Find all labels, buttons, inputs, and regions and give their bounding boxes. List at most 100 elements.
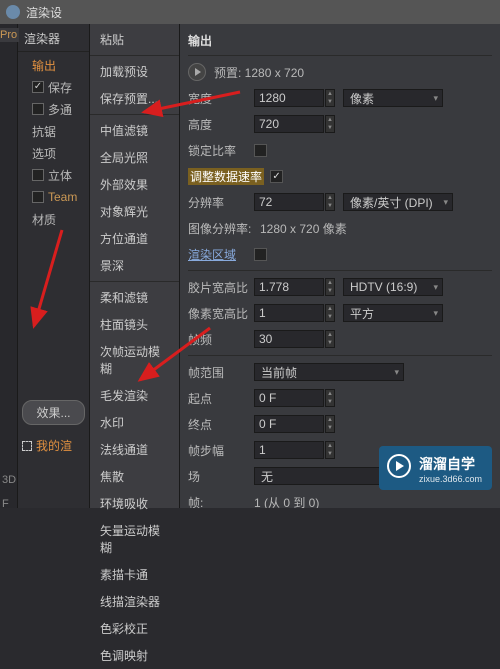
resolution-unit-select[interactable]: 像素/英寸 (DPI) (343, 193, 453, 211)
watermark-badge: 溜溜自学 zixue.3d66.com (379, 446, 492, 490)
height-spinner[interactable]: ▲▼ (325, 115, 335, 133)
effect-sketch-toon[interactable]: 素描卡通 (90, 561, 179, 588)
height-label: 高度 (188, 116, 254, 133)
width-spinner[interactable]: ▲▼ (325, 89, 335, 107)
start-input[interactable]: 0 F (254, 389, 324, 407)
pixel-aspect-spinner[interactable]: ▲▼ (325, 304, 335, 322)
film-aspect-label: 胶片宽高比 (188, 279, 254, 296)
pixel-aspect-select[interactable]: 平方 (343, 304, 443, 322)
watermark-title: 溜溜自学 (419, 454, 482, 474)
tree-item-team[interactable]: Team (24, 186, 89, 208)
rail-3d: 3D (2, 474, 16, 486)
effect-global-illumination[interactable]: 全局光照 (90, 144, 179, 171)
menu-paste[interactable]: 粘贴 (90, 26, 179, 53)
render-region-checkbox[interactable] (254, 248, 267, 261)
menu-save-preset[interactable]: 保存预置... (90, 85, 179, 112)
effect-color-correction[interactable]: 色彩校正 (90, 615, 179, 642)
film-aspect-select[interactable]: HDTV (16:9) (343, 278, 443, 296)
tree-item-material[interactable]: 材质 (24, 208, 89, 230)
field-label: 场 (188, 468, 254, 485)
props-header: 输出 (188, 28, 492, 53)
preset-play-button[interactable] (188, 63, 206, 81)
menu-load-preset[interactable]: 加载预设 (90, 58, 179, 85)
preset-label: 预置: 1280 x 720 (214, 64, 304, 81)
effect-object-glow[interactable]: 对象辉光 (90, 198, 179, 225)
start-spinner[interactable]: ▲▼ (325, 389, 335, 407)
my-render-settings[interactable]: 我的渲 (22, 437, 85, 454)
rail-f: F (2, 498, 9, 510)
end-spinner[interactable]: ▲▼ (325, 415, 335, 433)
effect-tone-mapping[interactable]: 色调映射 (90, 642, 179, 669)
film-aspect-input[interactable]: 1.778 (254, 278, 324, 296)
watermark-url: zixue.3d66.com (419, 474, 482, 484)
width-unit-select[interactable]: 像素 (343, 89, 443, 107)
frames-label: 帧: (188, 494, 254, 509)
multipass-checkbox[interactable] (32, 103, 44, 115)
tree-item-save[interactable]: 保存 (24, 76, 89, 98)
lock-ratio-checkbox[interactable] (254, 144, 267, 157)
effect-median-filter[interactable]: 中值滤镜 (90, 117, 179, 144)
watermark-play-icon (387, 454, 411, 478)
effect-external[interactable]: 外部效果 (90, 171, 179, 198)
effects-dropdown: 粘贴 加载预设 保存预置... 中值滤镜 全局光照 外部效果 对象辉光 方位通道… (90, 24, 180, 508)
adjust-rate-label: 调整数据速率 (188, 168, 264, 185)
tree-item-output[interactable]: 输出 (24, 54, 89, 76)
tree-item-aa[interactable]: 抗锯 (24, 120, 89, 142)
end-input[interactable]: 0 F (254, 415, 324, 433)
team-checkbox[interactable] (32, 191, 44, 203)
effect-subframe-moblur[interactable]: 次帧运动模糊 (90, 338, 179, 382)
effect-ambient-occlusion[interactable]: 环境吸收 (90, 490, 179, 517)
left-rail: Pro 3D F (0, 24, 18, 508)
effect-cylindrical-lens[interactable]: 柱面镜头 (90, 311, 179, 338)
render-region-label[interactable]: 渲染区域 (188, 246, 254, 263)
frame-rate-spinner[interactable]: ▲▼ (325, 330, 335, 348)
sidebar-header: 渲染器 (18, 26, 89, 52)
adjust-rate-checkbox[interactable] (270, 170, 283, 183)
tree-item-stereo[interactable]: 立体 (24, 164, 89, 186)
effects-button[interactable]: 效果... (22, 400, 85, 425)
effect-watermark[interactable]: 水印 (90, 409, 179, 436)
effect-cel-renderer[interactable]: 线描渲染器 (90, 588, 179, 615)
frame-rate-label: 帧频 (188, 331, 254, 348)
start-label: 起点 (188, 390, 254, 407)
step-label: 帧步幅 (188, 442, 254, 459)
app-orb-icon (6, 5, 20, 19)
width-label: 宽度 (188, 90, 254, 107)
width-input[interactable]: 1280 (254, 89, 324, 107)
properties-panel: 输出 预置: 1280 x 720 宽度 1280 ▲▼ 像素 高度 720 ▲… (180, 24, 500, 508)
resolution-input[interactable]: 72 (254, 193, 324, 211)
save-checkbox[interactable] (32, 81, 44, 93)
stereo-checkbox[interactable] (32, 169, 44, 181)
height-input[interactable]: 720 (254, 115, 324, 133)
effect-vector-moblur[interactable]: 矢量运动模糊 (90, 517, 179, 561)
pixel-aspect-label: 像素宽高比 (188, 305, 254, 322)
step-spinner[interactable]: ▲▼ (325, 441, 335, 459)
effect-normal-pass[interactable]: 法线通道 (90, 436, 179, 463)
film-aspect-spinner[interactable]: ▲▼ (325, 278, 335, 296)
frames-value: 1 (从 0 到 0) (254, 494, 319, 509)
pro-badge: Pro (0, 28, 19, 42)
frame-rate-input[interactable]: 30 (254, 330, 324, 348)
effect-position-pass[interactable]: 方位通道 (90, 225, 179, 252)
tree-item-options[interactable]: 选项 (24, 142, 89, 164)
resolution-spinner[interactable]: ▲▼ (325, 193, 335, 211)
selection-icon (22, 441, 32, 451)
effect-dof[interactable]: 景深 (90, 252, 179, 279)
frame-range-label: 帧范围 (188, 364, 254, 381)
resolution-label: 分辨率 (188, 194, 254, 211)
sidebar: 渲染器 输出 保存 多通 抗锯 选项 立体 Team 材质 效果... 我的渲 (18, 24, 90, 508)
lock-ratio-label: 锁定比率 (188, 142, 254, 159)
end-label: 终点 (188, 416, 254, 433)
effect-caustics[interactable]: 焦散 (90, 463, 179, 490)
frame-range-select[interactable]: 当前帧 (254, 363, 404, 381)
preset-row: 预置: 1280 x 720 (188, 62, 492, 82)
image-res-value: 1280 x 720 像素 (260, 220, 347, 237)
pixel-aspect-input[interactable]: 1 (254, 304, 324, 322)
title-bar: 渲染设 (0, 0, 500, 24)
effect-soft-filter[interactable]: 柔和滤镜 (90, 284, 179, 311)
sidebar-tree: 输出 保存 多通 抗锯 选项 立体 Team 材质 (18, 52, 89, 230)
step-input[interactable]: 1 (254, 441, 324, 459)
tree-item-multipass[interactable]: 多通 (24, 98, 89, 120)
effect-hair-render[interactable]: 毛发渲染 (90, 382, 179, 409)
window-title: 渲染设 (26, 4, 62, 21)
